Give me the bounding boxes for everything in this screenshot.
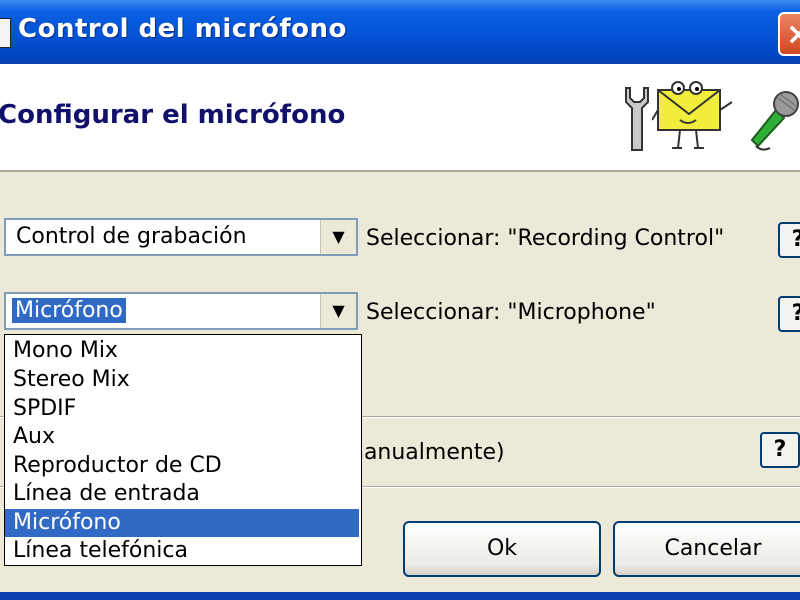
microphone-source-hint: Seleccionar: "Microphone" [366, 300, 656, 325]
list-item[interactable]: Stereo Mix [5, 366, 359, 394]
list-item[interactable]: Mono Mix [5, 337, 359, 365]
close-button[interactable]: × [778, 12, 800, 56]
window-bottom-border [0, 592, 800, 600]
recording-control-combo[interactable]: Control de grabación ▼ [4, 218, 358, 256]
mascot-envelope-icon [652, 81, 733, 149]
list-item[interactable]: Reproductor de CD [5, 452, 359, 480]
list-item[interactable]: Aux [5, 423, 359, 451]
microphone-source-dropdown[interactable]: Mono Mix Stereo Mix SPDIF Aux Reproducto… [4, 334, 362, 566]
title-bar[interactable]: Control del micrófono × [0, 0, 800, 64]
microphone-source-value: Micrófono [12, 298, 126, 323]
page-title: Configurar el micrófono [0, 100, 346, 130]
manual-option-help-button[interactable]: ? [760, 432, 800, 468]
cancel-button[interactable]: Cancelar [613, 521, 800, 577]
wrench-icon [625, 87, 649, 151]
recording-control-help-button[interactable]: ? [778, 222, 800, 258]
list-item[interactable]: Línea telefónica [5, 537, 359, 565]
manual-option-label: nanualmente) [350, 440, 505, 465]
header-panel: Configurar el micrófono [0, 64, 800, 172]
chevron-down-icon[interactable]: ▼ [320, 294, 356, 328]
microphone-icon [750, 91, 799, 151]
app-icon [0, 18, 11, 48]
recording-control-value: Control de grabación [16, 224, 247, 249]
chevron-down-icon[interactable]: ▼ [320, 220, 356, 254]
list-item[interactable]: SPDIF [5, 395, 359, 423]
ok-button[interactable]: Ok [403, 521, 601, 577]
microphone-source-help-button[interactable]: ? [778, 296, 800, 332]
window-title: Control del micrófono [18, 14, 347, 44]
recording-control-hint: Seleccionar: "Recording Control" [366, 226, 725, 251]
microphone-source-combo[interactable]: Micrófono ▼ [4, 292, 358, 330]
list-item-selected[interactable]: Micrófono [5, 509, 359, 537]
list-item[interactable]: Línea de entrada [5, 480, 359, 508]
